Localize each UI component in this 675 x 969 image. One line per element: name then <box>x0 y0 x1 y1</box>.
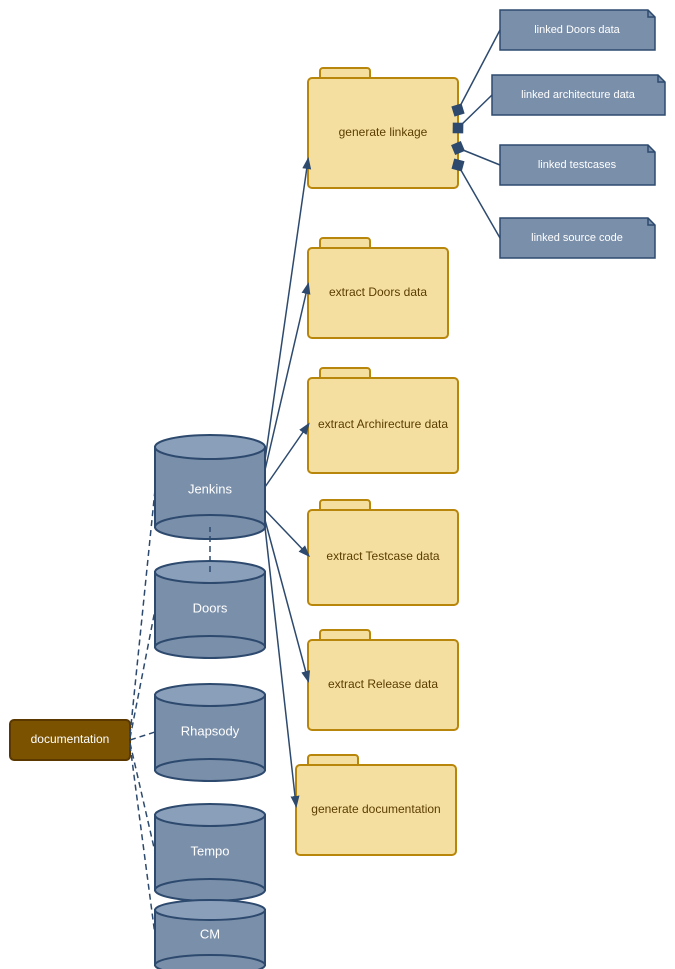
linked-doors-label: linked Doors data <box>534 24 620 36</box>
extract-release-folder: extract Release data <box>308 630 458 730</box>
rhapsody-label: Rhapsody <box>181 723 240 738</box>
cm-label: CM <box>200 926 220 941</box>
line-jenkins-to-extract-arch <box>265 425 308 487</box>
line-jenkins-to-extract-testcase <box>265 510 308 555</box>
line-linkage-to-testcases <box>458 148 500 165</box>
linked-source-label: linked source code <box>531 232 623 244</box>
linked-doors-node: linked Doors data <box>500 10 655 50</box>
generate-linkage-folder: generate linkage <box>308 68 458 188</box>
doors-label: Doors <box>193 600 228 615</box>
extract-doors-label: extract Doors data <box>329 285 427 299</box>
documentation-label: documentation <box>31 732 110 746</box>
tempo-label: Tempo <box>190 843 229 858</box>
documentation-node: documentation <box>10 720 130 760</box>
jenkins-label: Jenkins <box>188 481 233 496</box>
extract-arch-folder: extract Archirecture data <box>308 368 458 473</box>
linked-testcases-node: linked testcases <box>500 145 655 185</box>
linked-testcases-label: linked testcases <box>538 159 617 171</box>
line-doc-to-jenkins <box>130 490 155 735</box>
line-doc-to-doors <box>130 610 155 738</box>
extract-arch-label: extract Archirecture data <box>318 417 448 431</box>
line-jenkins-to-gen-docs <box>265 527 296 805</box>
extract-doors-folder: extract Doors data <box>308 238 448 338</box>
extract-testcase-label: extract Testcase data <box>326 549 440 563</box>
extract-release-label: extract Release data <box>328 677 438 691</box>
linked-arch-label: linked architecture data <box>521 89 636 101</box>
generate-linkage-label: generate linkage <box>339 125 428 139</box>
line-jenkins-to-extract-release <box>265 520 308 680</box>
linked-arch-node: linked architecture data <box>492 75 665 115</box>
linked-source-node: linked source code <box>500 218 655 258</box>
line-doc-to-cm <box>130 745 155 935</box>
extract-testcase-folder: extract Testcase data <box>308 500 458 605</box>
line-doc-to-rhapsody <box>130 732 155 740</box>
generate-docs-label: generate documentation <box>311 802 440 816</box>
line-linkage-to-source <box>458 165 500 238</box>
generate-docs-folder: generate documentation <box>296 755 456 855</box>
